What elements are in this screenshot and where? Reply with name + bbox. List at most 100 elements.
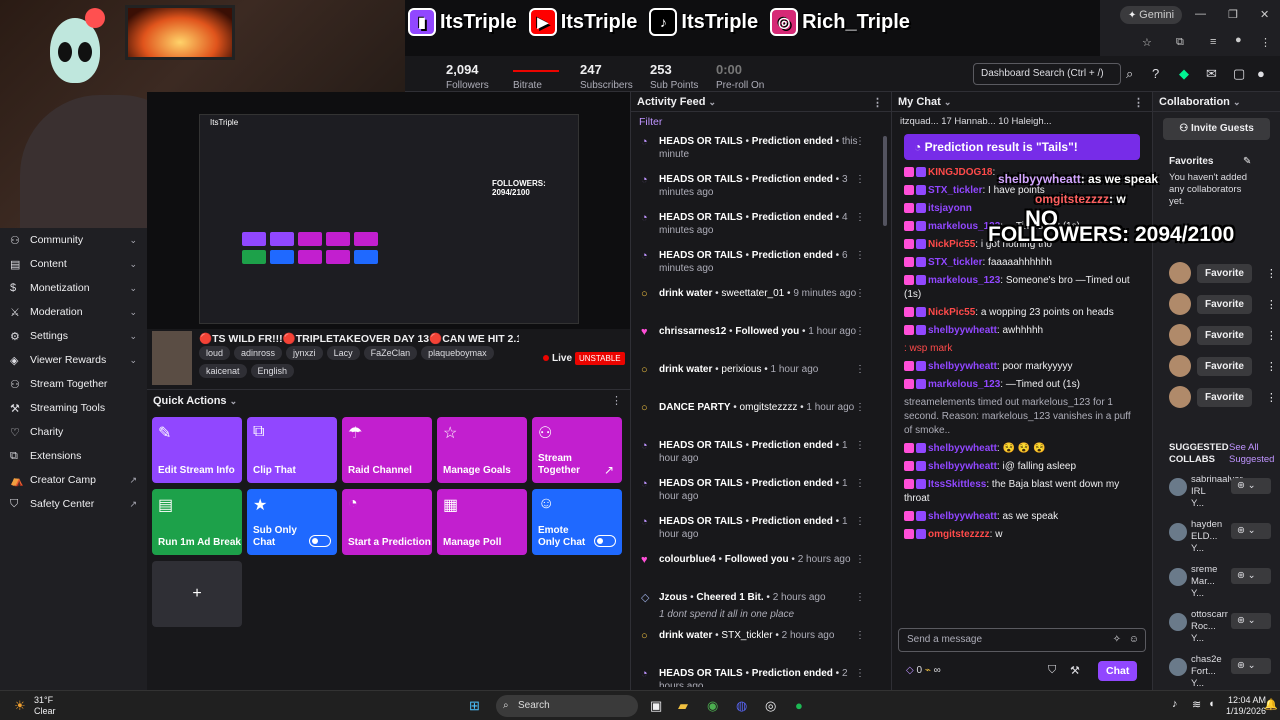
activity-item[interactable]: ◔ HEADS OR TAILS • Prediction ended • 3 m… [631,170,891,208]
more-icon[interactable]: ⋮ [611,394,622,407]
stream-tag[interactable]: FaZeClan [363,346,418,360]
spotify-icon[interactable]: ● [795,698,803,713]
more-icon[interactable]: ⋮ [855,173,865,186]
minimize-icon[interactable]: — [1195,8,1206,20]
chat-username[interactable]: shelbyywheatt [928,361,997,372]
extensions-icon[interactable]: ⧉ [1176,36,1184,49]
quick-action-manage-goals[interactable]: ☆ Manage Goals [437,417,527,483]
activity-item[interactable]: ♥ colourblue4 • Followed you • 2 hours ag… [631,550,891,588]
stream-tag[interactable]: English [250,364,295,378]
leaderboard-strip[interactable]: itzquad... 17 Hannab... 10 Haleigh... [892,112,1152,130]
nav-item-community[interactable]: ⚇ Community ⌄ [0,228,147,252]
weather-widget[interactable]: 31°F Clear [34,695,56,717]
suggested-collab[interactable]: chas2e Fort... Y... ⊛ ⌄ [1169,654,1271,690]
quick-action-raid-channel[interactable]: ☂ Raid Channel [342,417,432,483]
chat-username[interactable]: KINGJDOG18 [928,167,992,178]
collaboration-header[interactable]: Collaboration ⌄ [1153,92,1280,112]
suggested-collab[interactable]: sabrinaalvarezofficialIRLY...⊛ ⌄ [1169,474,1271,510]
invite-icon[interactable]: ⊛ ⌄ [1231,613,1271,629]
quick-action-emote-only-chat[interactable]: ☺ Emote Only Chat [532,489,622,555]
more-icon[interactable]: ⋮ [855,553,865,566]
weather-icon[interactable]: ☀ [14,698,26,714]
nav-item-streaming-tools[interactable]: ⚒ Streaming Tools [0,396,147,420]
invite-icon[interactable]: ⊛ ⌄ [1231,568,1271,584]
emote-icon[interactable]: ☺ [1129,634,1139,645]
more-icon[interactable]: ⋮ [855,325,865,338]
quick-action-manage-poll[interactable]: ▦ Manage Poll [437,489,527,555]
suggested-collab[interactable]: hayden ELD... Y... ⊛ ⌄ [1169,519,1271,555]
close-icon[interactable]: ✕ [1260,8,1269,21]
nav-item-safety-center[interactable]: ⛉ Safety Center ↗ [0,492,147,516]
more-icon[interactable]: ⋮ [1266,329,1277,342]
stream-tag[interactable]: jynxzi [286,346,323,360]
chat-username[interactable]: shelbyywheatt [928,325,997,336]
quick-action-run-1m-ad-break[interactable]: ▤ Run 1m Ad Break [152,489,242,555]
chat-username[interactable]: ItssSkittless [928,479,986,490]
activity-item[interactable]: ○ drink water • perixious • 1 hour ago ⋮ [631,360,891,398]
chat-username[interactable]: itsjayonn [928,203,972,214]
invite-guests-button[interactable]: ⚇ Invite Guests [1163,118,1270,140]
filter-button[interactable]: Filter [631,112,891,132]
chat-message[interactable]: markelous_123: —Timed out (1s) [892,376,1152,394]
obs-icon[interactable]: ◎ [765,698,776,714]
chat-username[interactable]: markelous_123 [928,275,1000,286]
chat-username[interactable]: shelbyywheatt [928,443,997,454]
stream-tag[interactable]: adinross [234,346,283,360]
activity-item[interactable]: ◔ HEADS OR TAILS • Prediction ended • 1 h… [631,436,891,474]
discord-icon[interactable]: ◍ [736,698,747,714]
activity-item[interactable]: ◇ Jzous • Cheered 1 Bit. • 2 hours ago ⋮ 1 … [631,588,891,626]
chat-header[interactable]: My Chat ⌄ ⋮ [892,92,1152,112]
more-icon[interactable]: ⋮ [855,211,865,224]
mod-icon[interactable]: ⚒ [1070,664,1080,677]
chat-message[interactable]: markelous_123: Someone's bro —Timed out … [892,272,1152,304]
quick-action-edit-stream-info[interactable]: ✎ Edit Stream Info [152,417,242,483]
chat-message[interactable]: shelbyywheatt: poor markyyyyy [892,358,1152,376]
toggle-switch[interactable] [309,535,331,547]
nav-item-settings[interactable]: ⚙ Settings ⌄ [0,324,147,348]
quick-action-sub-only-chat[interactable]: ★ Sub Only Chat [247,489,337,555]
chat-username[interactable]: NickPic55 [928,239,975,250]
stream-tag[interactable]: Lacy [326,346,360,360]
chat-message[interactable]: shelbyywheatt: as we speak [892,508,1152,526]
more-icon[interactable]: ⋮ [855,515,865,528]
activity-item[interactable]: ○ DANCE PARTY • omgitstezzzz • 1 hour ago… [631,398,891,436]
quick-actions-title[interactable]: Quick Actions ⌄ [153,395,237,407]
bits-icon[interactable]: ◆ [1179,66,1189,82]
edit-icon[interactable]: ✎ [1243,156,1251,167]
mail-icon[interactable]: ✉ [1206,66,1217,82]
chrome-icon[interactable]: ◉ [707,698,718,714]
more-icon[interactable]: ⋮ [1266,360,1277,373]
activity-item[interactable]: ◔ HEADS OR TAILS • Prediction ended • 4 m… [631,208,891,246]
chat-username[interactable]: shelbyywheatt [928,461,997,472]
chat-username[interactable]: markelous_123 [928,379,1000,390]
favorite-button[interactable]: Favorite [1197,294,1252,314]
suggested-collab[interactable]: sreme Mar... Y... ⊛ ⌄ [1169,564,1271,600]
more-icon[interactable]: ⋮ [855,667,865,680]
help-icon[interactable]: ? [1152,66,1159,81]
more-icon[interactable]: ⋮ [855,287,865,300]
activity-item[interactable]: ◔ HEADS OR TAILS • Prediction ended • 2 h… [631,664,891,687]
star-icon[interactable]: ☆ [1142,36,1152,49]
start-icon[interactable]: ⊞ [469,698,480,714]
activity-item[interactable]: ◔ HEADS OR TAILS • Prediction ended • 6 m… [631,246,891,284]
stream-tag[interactable]: plaqueboymax [421,346,494,360]
more-icon[interactable]: ⋮ [855,477,865,490]
suggested-collab[interactable]: ottoscarr Roc... Y... ⊛ ⌄ [1169,609,1271,645]
stream-tag[interactable]: kaicenat [199,364,247,378]
whispers-icon[interactable]: ▢ [1233,66,1245,82]
search-icon[interactable]: ⌕ [1126,66,1133,82]
more-icon[interactable]: ⋮ [872,96,883,109]
more-icon[interactable]: ⋮ [1266,298,1277,311]
quick-action-start-a-prediction[interactable]: ◔ Start a Prediction [342,489,432,555]
activity-feed-header[interactable]: Activity Feed ⌄ ⋮ [631,92,891,112]
task-view-icon[interactable]: ▣ [650,698,662,714]
see-all-link[interactable]: See All Suggested [1229,442,1279,466]
favorite-button[interactable]: Favorite [1197,325,1252,345]
menu-icon[interactable]: ⋮ [1260,36,1271,49]
chat-username[interactable]: STX_tickler [928,257,982,268]
sparkle-icon[interactable]: ✧ [1113,634,1121,645]
taskbar-search[interactable]: ⌕ Search [496,695,638,717]
more-icon[interactable]: ⋮ [1133,96,1144,109]
chat-message[interactable]: shelbyywheatt: awhhhhh [892,322,1152,340]
notification-icon[interactable]: 🔔 [1264,698,1278,711]
